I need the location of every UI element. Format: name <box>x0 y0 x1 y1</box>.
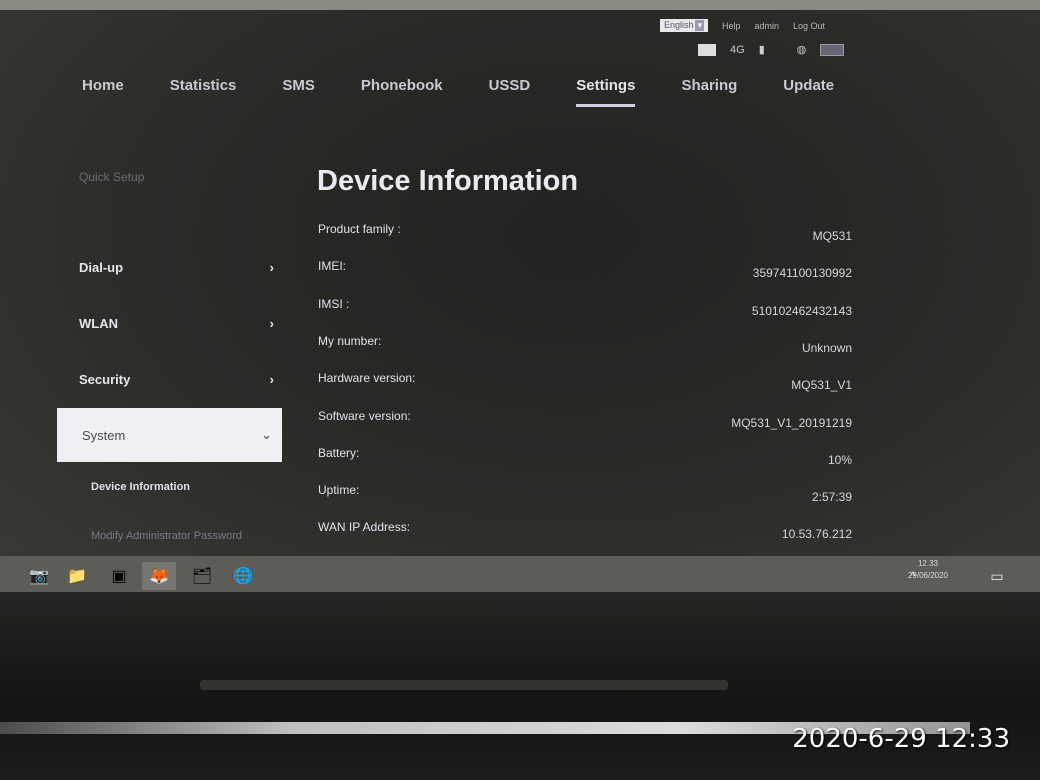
sidebar-subitem-device-information[interactable]: Device Information <box>91 481 190 493</box>
info-row: Uptime: 2:57:39 <box>318 483 852 504</box>
clock-date: 29/06/2020 <box>907 571 948 580</box>
sidebar-item-system[interactable]: System ⌄ <box>57 408 282 462</box>
logout-link[interactable]: Log Out <box>793 21 825 31</box>
info-value: Unknown <box>801 340 852 355</box>
main-nav: Home Statistics SMS Phonebook USSD Settings Sh… <box>82 77 880 107</box>
firefox-icon[interactable]: 🦊 <box>142 562 176 590</box>
battery-icon <box>820 43 845 56</box>
laptop-screen: English ▾ Help admin Log Out 4G ▮ ◍ Home S… <box>0 0 1040 592</box>
file-explorer-icon[interactable]: 📁 <box>60 562 94 590</box>
info-value: 2:57:39 <box>811 490 852 505</box>
info-row: Product family : MQ531 <box>318 222 852 243</box>
info-label: Uptime: <box>318 483 360 498</box>
page-title: Device Information <box>317 165 579 197</box>
info-value: MQ531 <box>812 229 852 243</box>
sidebar-item-label: System <box>82 427 126 443</box>
tab-settings[interactable]: Settings <box>576 77 636 107</box>
network-type: 4G <box>730 43 745 56</box>
user-link[interactable]: admin <box>755 21 780 31</box>
sidebar-item-label: Security <box>79 372 131 387</box>
language-select[interactable]: English ▾ <box>660 19 708 32</box>
language-value: English <box>664 20 694 30</box>
camera-icon[interactable]: 📷 <box>22 562 56 590</box>
taskbar-clock[interactable]: 12.33 29/06/2020 <box>908 558 948 582</box>
tab-update[interactable]: Update <box>783 77 834 107</box>
notification-icon[interactable]: ▭ <box>980 562 1014 590</box>
info-row: IMEI: 359741100130992 <box>318 259 852 280</box>
info-value: MQ531_V1 <box>791 378 852 393</box>
info-value: 510102462432143 <box>751 303 852 318</box>
signal-icon: ▮ <box>758 44 765 56</box>
info-value: MQ531_V1_20191219 <box>731 415 852 430</box>
info-row: Software version: MQ531_V1_20191219 <box>318 409 852 430</box>
info-row: Battery: 10% <box>318 446 852 467</box>
chevron-down-icon: ▾ <box>695 20 704 31</box>
tab-home[interactable]: Home <box>82 77 124 107</box>
app-icon[interactable]: 🗂 <box>185 562 219 590</box>
tab-sms[interactable]: SMS <box>282 77 315 107</box>
info-label: Battery: <box>318 445 360 460</box>
chevron-right-icon: › <box>269 260 274 275</box>
info-row: IMSI : 510102462432143 <box>318 297 852 318</box>
app-icon[interactable]: ▣ <box>102 562 136 590</box>
photo-timestamp: 2020-6-29 12:33 <box>792 724 1010 754</box>
chevron-right-icon: › <box>269 316 274 331</box>
info-label: My number: <box>318 333 382 348</box>
sidebar-item-wlan[interactable]: WLAN › <box>79 316 274 331</box>
clock-time: 12.33 <box>917 559 938 568</box>
info-value: 359741100130992 <box>752 266 852 281</box>
info-label: Hardware version: <box>318 371 416 386</box>
sidebar-subitem-modify-password[interactable]: Modify Administrator Password <box>91 530 242 542</box>
sidebar-item-dial-up[interactable]: Dial-up › <box>79 260 274 275</box>
info-row: WAN IP Address: 10.53.76.212 <box>318 520 852 541</box>
sidebar-item-label: WLAN <box>79 316 118 331</box>
info-value: 10.53.76.212 <box>781 527 852 542</box>
utility-bar: English ▾ Help admin Log Out <box>660 19 825 32</box>
info-label: IMEI: <box>318 259 347 274</box>
sidebar-item-security[interactable]: Security › <box>79 372 274 387</box>
info-row: My number: Unknown <box>318 334 852 355</box>
info-row: Hardware version: MQ531_V1 <box>318 371 852 392</box>
chevron-right-icon: › <box>269 372 274 387</box>
info-label: Product family : <box>318 222 401 236</box>
tab-phonebook[interactable]: Phonebook <box>361 77 443 107</box>
info-value: 10% <box>827 452 852 467</box>
status-bar: 4G ▮ ◍ <box>698 43 845 56</box>
chevron-down-icon: ⌄ <box>261 427 272 442</box>
tab-ussd[interactable]: USSD <box>489 77 531 107</box>
sidebar-item-label: Dial-up <box>79 260 124 275</box>
info-label: WAN IP Address: <box>318 520 411 535</box>
sidebar-item-quick-setup[interactable]: Quick Setup <box>79 170 144 184</box>
wifi-icon: ◍ <box>796 44 807 56</box>
help-link[interactable]: Help <box>722 21 741 31</box>
info-label: IMSI : <box>318 296 350 311</box>
info-label: Software version: <box>318 408 411 423</box>
mail-icon[interactable] <box>698 43 716 56</box>
tab-statistics[interactable]: Statistics <box>170 77 237 107</box>
network-app-icon[interactable]: 🌐 <box>226 562 260 590</box>
taskbar: 📷 📁 ▣ 🦊 🗂 🌐 ^ 12.33 29/06/2020 ▭ <box>0 556 1040 592</box>
laptop-hinge <box>200 680 728 690</box>
browser-edge <box>0 0 1040 10</box>
tab-sharing[interactable]: Sharing <box>681 77 737 107</box>
